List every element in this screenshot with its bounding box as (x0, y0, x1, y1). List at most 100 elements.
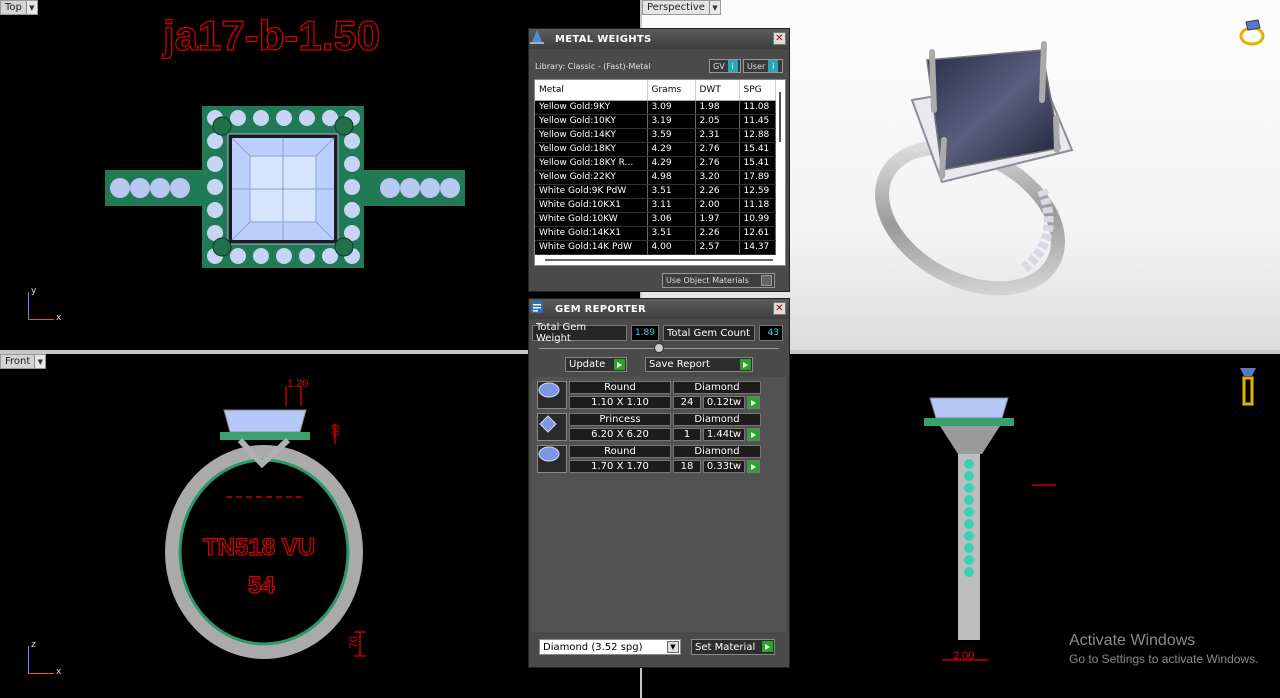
axis-x-label: x (56, 313, 62, 323)
column-header[interactable]: Grams (647, 80, 696, 101)
table-row[interactable]: White Gold:14KX1 3.51 2.26 12.61 (535, 226, 776, 241)
viewport-label-front[interactable]: Front ▼ (0, 354, 47, 369)
close-icon[interactable]: ✕ (773, 302, 786, 315)
gem-row[interactable]: Round Diamond 1.10 X 1.10 24 0.12tw (537, 381, 763, 409)
play-icon[interactable] (747, 460, 760, 473)
metal-weights-panel[interactable]: METAL WEIGHTS ✕ Library: Classic - (Fast… (528, 28, 790, 292)
round-gem-icon (537, 445, 567, 473)
table-cell: 12.88 (739, 128, 776, 143)
chevron-down-icon[interactable]: ▼ (667, 641, 679, 653)
axis-indicator: z x (22, 640, 62, 680)
table-cell: 3.06 (647, 212, 696, 227)
table-cell: 3.59 (647, 128, 696, 143)
metal-weights-table[interactable]: Metal Grams DWT SPG Yellow Gold:9KY 3.09 1.98… (534, 79, 786, 266)
gem-cut: Princess (569, 413, 671, 426)
library-row: Library: Classic - (Fast)-Metal GV i User… (529, 55, 789, 77)
close-icon[interactable]: ✕ (773, 32, 786, 45)
checkbox-box[interactable] (761, 275, 772, 286)
table-cell: 2.31 (695, 128, 740, 143)
user-toggle[interactable]: User i (743, 59, 783, 73)
table-cell: 4.29 (647, 142, 696, 157)
table-cell: White Gold:10KW (535, 212, 648, 227)
table-row[interactable]: Yellow Gold:18KY R... 4.29 2.76 15.41 (535, 156, 776, 171)
table-cell: 3.20 (695, 170, 740, 185)
total-gem-count-label: Total Gem Count (663, 325, 755, 341)
gem-reporter-titlebar[interactable]: GEM REPORTER ✕ (529, 299, 789, 319)
design-name-text: ja17-b-1.50 (162, 11, 381, 59)
gem-material: Diamond (673, 381, 761, 394)
gem-size: 6.20 X 6.20 (569, 428, 671, 441)
update-button[interactable]: Update (565, 357, 627, 372)
info-icon: i (768, 60, 779, 72)
save-report-button[interactable]: Save Report (645, 357, 753, 372)
table-cell: 17.89 (739, 170, 776, 185)
table-row[interactable]: Yellow Gold:18KY 4.29 2.76 15.41 (535, 142, 776, 157)
princess-gem-icon (537, 413, 567, 441)
table-row[interactable]: Yellow Gold:22KY 4.98 3.20 17.89 (535, 170, 776, 185)
table-cell: 3.11 (647, 198, 696, 213)
horizontal-scrollbar[interactable] (545, 259, 773, 261)
table-cell: 4.29 (647, 156, 696, 171)
engraving-line2: 54 (247, 571, 275, 599)
table-row[interactable]: White Gold:14K PdW 4.00 2.57 14.37 (535, 240, 776, 255)
gem-count: 18 (673, 460, 701, 473)
table-cell: 2.76 (695, 156, 740, 171)
gem-weight: 0.33tw (703, 460, 745, 473)
table-row[interactable]: White Gold:10KX1 3.11 2.00 11.18 (535, 198, 776, 213)
table-cell: Yellow Gold:9KY (535, 100, 648, 115)
set-material-button[interactable]: Set Material (691, 639, 775, 655)
table-cell: 11.08 (739, 100, 776, 115)
metal-weights-titlebar[interactable]: METAL WEIGHTS ✕ (529, 29, 789, 49)
total-gem-weight-label: Total Gem Weight (532, 322, 627, 344)
ring-side-icon[interactable] (1236, 364, 1260, 406)
play-icon (614, 359, 625, 370)
column-header[interactable]: SPG (739, 80, 776, 101)
chevron-down-icon[interactable]: ▼ (34, 355, 46, 368)
table-row[interactable]: White Gold:10KW 3.06 1.97 10.99 (535, 212, 776, 227)
gem-list[interactable]: Round Diamond 1.10 X 1.10 24 0.12tw Princess D… (532, 377, 786, 632)
chevron-down-icon[interactable]: ▼ (25, 1, 37, 14)
gem-row[interactable]: Princess Diamond 6.20 X 6.20 1 1.44tw (537, 413, 763, 441)
table-cell: 3.09 (647, 100, 696, 115)
column-header[interactable]: Metal (535, 80, 648, 101)
table-cell: 12.61 (739, 226, 776, 241)
table-cell: 2.26 (695, 226, 740, 241)
scale-icon (529, 29, 549, 49)
table-cell: 4.98 (647, 170, 696, 185)
table-cell: White Gold:9K PdW (535, 184, 648, 199)
column-header[interactable]: DWT (695, 80, 740, 101)
table-cell: White Gold:14KX1 (535, 226, 648, 241)
gem-cut: Round (569, 381, 671, 394)
splitter-handle[interactable] (654, 343, 664, 353)
gem-reporter-panel[interactable]: GEM REPORTER ✕ Total Gem Weight 1.89 Tot… (528, 298, 790, 668)
dimension-label-bottom: 70 (348, 636, 360, 649)
gv-toggle[interactable]: GV i (709, 59, 741, 73)
table-cell: Yellow Gold:18KY (535, 142, 648, 157)
viewport-label-perspective[interactable]: Perspective ▼ (642, 0, 721, 15)
table-cell: 2.05 (695, 114, 740, 129)
report-icon (529, 299, 549, 319)
table-row[interactable]: Yellow Gold:10KY 3.19 2.05 11.45 (535, 114, 776, 129)
table-row[interactable]: Yellow Gold:9KY 3.09 1.98 11.08 (535, 100, 776, 115)
gem-row[interactable]: Round Diamond 1.70 X 1.70 18 0.33tw (537, 445, 763, 473)
table-row[interactable]: Yellow Gold:14KY 3.59 2.31 12.88 (535, 128, 776, 143)
viewport-label-top[interactable]: Top ▼ (0, 0, 38, 15)
gem-size: 1.70 X 1.70 (569, 460, 671, 473)
table-row[interactable]: White Gold:9K PdW 3.51 2.26 12.59 (535, 184, 776, 199)
library-label: Library: Classic - (Fast)-Metal (535, 61, 651, 71)
vertical-scrollbar[interactable] (777, 92, 784, 164)
table-cell: 10.99 (739, 212, 776, 227)
material-select[interactable]: Diamond (3.52 spg) ▼ (539, 639, 681, 655)
ring-orientation-icon[interactable] (1236, 16, 1268, 48)
use-object-materials-checkbox[interactable]: Use Object Materials (662, 273, 775, 288)
play-icon[interactable] (747, 428, 760, 441)
gem-weight: 1.44tw (703, 428, 745, 441)
info-icon: i (727, 60, 738, 72)
axis-y-label: y (31, 286, 37, 296)
table-cell: 2.00 (695, 198, 740, 213)
play-icon[interactable] (747, 396, 760, 409)
table-cell: 2.76 (695, 142, 740, 157)
gem-cut: Round (569, 445, 671, 458)
chevron-down-icon[interactable]: ▼ (708, 1, 720, 14)
panel-title: METAL WEIGHTS (555, 33, 652, 45)
